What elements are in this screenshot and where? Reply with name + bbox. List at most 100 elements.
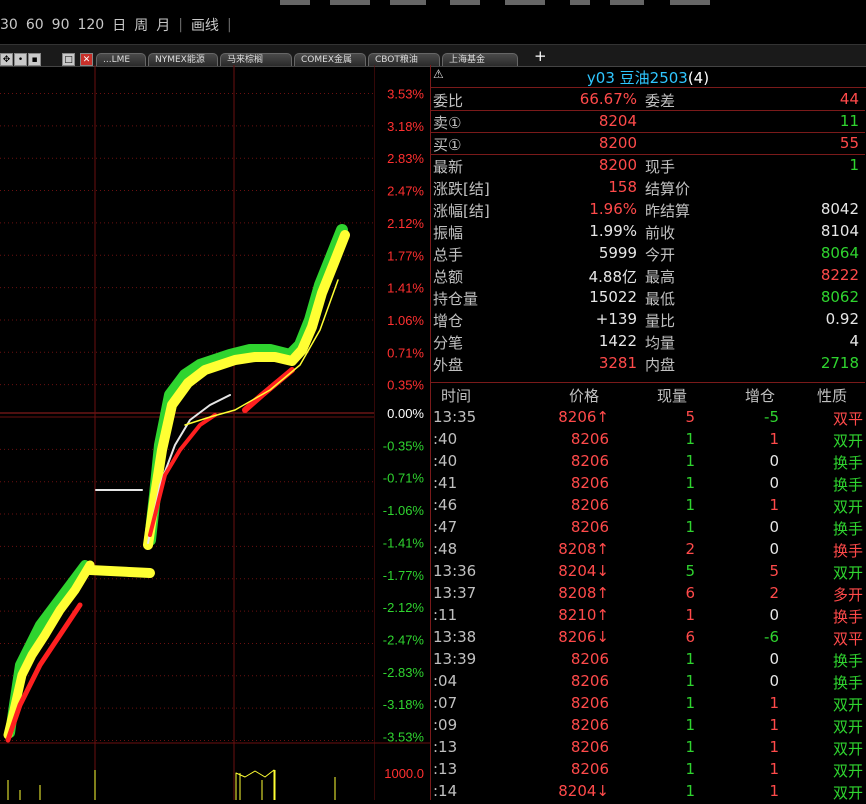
quote-panel: ⚠ y03 豆油2503(4) 委比 66.67% 委差 44 卖① 8204 11 买① 82…	[430, 65, 866, 802]
tick-row[interactable]: :07 8206 1 1 双开	[431, 692, 865, 714]
y-axis-label: -2.47%	[383, 632, 425, 647]
tick-oi-change: -6	[764, 628, 779, 646]
quote-label: 分笔	[433, 334, 464, 352]
tick-row[interactable]: 13:39 8206 1 0 换手	[431, 648, 865, 670]
tick-oi-change: 1	[769, 496, 779, 514]
contract-count: (4)	[687, 69, 710, 87]
quote-label: 卖①	[433, 114, 462, 132]
price-flat-yellow	[85, 565, 155, 578]
quote-row: 总手 5999 今开 8064	[431, 242, 865, 264]
volume-axis-label: 1000.0	[384, 766, 424, 781]
tick-row[interactable]: :11 8210↑ 1 0 换手	[431, 604, 865, 626]
quote-value: 1.96%	[589, 200, 637, 218]
tick-row[interactable]: :48 8208↑ 2 0 换手	[431, 538, 865, 560]
y-axis-label: 1.41%	[387, 281, 424, 296]
quote-label-2: 结算价	[645, 180, 691, 198]
y-axis-label: -1.41%	[383, 535, 425, 550]
tick-row[interactable]: 13:37 8208↑ 6 2 多开	[431, 582, 865, 604]
quote-row: 买① 8200 55	[431, 132, 865, 154]
period-button[interactable]: 画线	[191, 15, 219, 35]
period-button[interactable]: 月	[156, 15, 170, 35]
tick-row[interactable]: 13:35 8206↑ 5 -5 双平	[431, 406, 865, 428]
tick-nature: 双开	[832, 762, 863, 780]
tick-oi-change: 1	[769, 430, 779, 448]
tick-row[interactable]: :40 8206 1 1 双开	[431, 428, 865, 450]
quote-row: 总额 4.88亿 最高 8222	[431, 264, 865, 286]
quote-value-2: 8064	[820, 244, 859, 262]
tick-volume: 1	[685, 738, 695, 756]
tick-header-price: 价格	[569, 387, 600, 405]
period-button[interactable]: 90	[52, 17, 70, 33]
y-axis-label: 2.12%	[387, 216, 424, 231]
quote-value-2: 2718	[820, 354, 859, 372]
quote-value: 3281	[598, 354, 637, 372]
tick-oi-change: 1	[769, 716, 779, 734]
y-axis-label: -1.77%	[383, 568, 425, 583]
intraday-chart[interactable]	[0, 65, 374, 800]
y-axis-label-zero: 0.00%	[387, 406, 424, 421]
period-button[interactable]: 周	[134, 15, 148, 35]
percent-axis: 3.53% 3.18% 2.83% 2.47% 2.12% 1.77% 1.41% 1.06%…	[373, 65, 430, 800]
tick-volume: 6	[685, 584, 695, 602]
tick-price: 8206	[570, 496, 609, 514]
tick-oi-change: 0	[769, 650, 779, 668]
tick-oi-change: 0	[769, 606, 779, 624]
quote-value-2: 44	[839, 90, 859, 108]
tick-row[interactable]: 13:36 8204↓ 5 5 双开	[431, 560, 865, 582]
tick-nature: 换手	[832, 652, 863, 670]
tick-row[interactable]: :04 8206 1 0 换手	[431, 670, 865, 692]
tick-row[interactable]: :41 8206 1 0 换手	[431, 472, 865, 494]
quote-label-2: 均量	[645, 334, 676, 352]
tick-time: :13	[433, 738, 458, 756]
quote-label: 增仓	[433, 312, 464, 330]
quote-label: 外盘	[433, 356, 464, 374]
quote-row: 委比 66.67% 委差 44	[431, 88, 865, 110]
period-button[interactable]: 120	[77, 17, 104, 33]
tick-time: :13	[433, 760, 458, 778]
tick-oi-change: 0	[769, 452, 779, 470]
contract-title: y03 豆油2503(4)	[431, 67, 865, 88]
y-axis-label: -0.35%	[383, 438, 425, 453]
tick-price: 8206↑	[558, 408, 609, 426]
add-tab-button[interactable]: +	[534, 47, 547, 65]
tick-row[interactable]: :47 8206 1 0 换手	[431, 516, 865, 538]
tick-row[interactable]: :40 8206 1 0 换手	[431, 450, 865, 472]
quote-label-2: 今开	[645, 246, 676, 264]
quote-row: 卖① 8204 11	[431, 110, 865, 132]
period-button[interactable]: 60	[26, 17, 44, 33]
tick-price: 8206	[570, 672, 609, 690]
tick-price: 8206	[570, 738, 609, 756]
tick-row[interactable]: :13 8206 1 1 双开	[431, 736, 865, 758]
tick-nature: 换手	[832, 542, 863, 560]
tick-row[interactable]: :14 8204↓ 1 1 双开	[431, 780, 865, 802]
period-button[interactable]: 30	[0, 17, 18, 33]
tick-time: :41	[433, 474, 458, 492]
tick-row[interactable]: 13:38 8206↓ 6 -6 双平	[431, 626, 865, 648]
quote-label-2: 最低	[645, 290, 676, 308]
y-axis-label: 2.47%	[387, 184, 424, 199]
quote-value-2: 8042	[820, 200, 859, 218]
y-axis-label: 3.18%	[387, 119, 424, 134]
tick-nature: 双开	[832, 718, 863, 736]
quote-label: 总手	[433, 246, 464, 264]
quote-value: 4.88亿	[588, 268, 637, 286]
tick-header-volume: 现量	[657, 387, 688, 405]
tick-volume: 1	[685, 496, 695, 514]
tick-price: 8208↑	[558, 584, 609, 602]
tick-price: 8206	[570, 474, 609, 492]
period-button[interactable]: 日	[112, 15, 126, 35]
tick-price: 8206	[570, 694, 609, 712]
tick-row[interactable]: :09 8206 1 1 双开	[431, 714, 865, 736]
quote-row: 增仓 +139 量比 0.92	[431, 308, 865, 330]
tick-row[interactable]: :46 8206 1 1 双开	[431, 494, 865, 516]
quote-row: 持仓量 15022 最低 8062	[431, 286, 865, 308]
tick-oi-change: -5	[764, 408, 779, 426]
tick-nature: 多开	[832, 586, 863, 604]
tick-time: 13:37	[433, 584, 477, 602]
tick-nature: 换手	[832, 674, 863, 692]
quote-value: 158	[608, 178, 637, 196]
y-axis-label: -3.18%	[383, 697, 425, 712]
tick-time: :14	[433, 782, 458, 800]
y-axis-label: -2.83%	[383, 665, 425, 680]
tick-row[interactable]: :13 8206 1 1 双开	[431, 758, 865, 780]
